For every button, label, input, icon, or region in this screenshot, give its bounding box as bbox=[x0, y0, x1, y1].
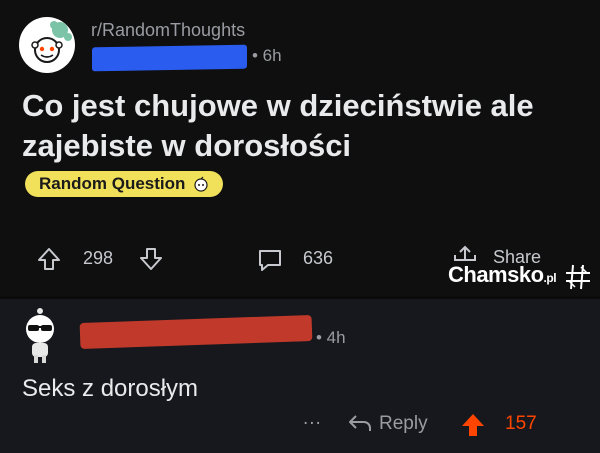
upvote-icon[interactable] bbox=[36, 246, 62, 272]
share-icon[interactable] bbox=[452, 244, 478, 262]
watermark-logo: Chamsko.pl bbox=[448, 262, 557, 288]
watermark-brand: Chamsko bbox=[448, 262, 544, 287]
flair-emoji-icon bbox=[194, 176, 209, 192]
subreddit-avatar-icon[interactable] bbox=[18, 16, 76, 74]
commenter-avatar-icon[interactable] bbox=[18, 305, 62, 365]
comment-count[interactable]: 636 bbox=[303, 248, 333, 269]
more-options-button[interactable]: ... bbox=[303, 408, 322, 430]
post-age: • 6h bbox=[252, 46, 282, 65]
comment-score: 157 bbox=[505, 413, 537, 434]
username-redaction bbox=[92, 44, 247, 72]
subreddit-name[interactable]: r/RandomThoughts bbox=[91, 20, 245, 41]
comment-body[interactable]: Seks z dorosłym bbox=[22, 375, 198, 403]
comment-age: • 4h bbox=[316, 328, 346, 347]
post-card: r/RandomThoughts • 6h Co jest chujowe w … bbox=[0, 0, 600, 296]
flair-label: Random Question bbox=[39, 174, 186, 193]
reply-icon[interactable] bbox=[347, 413, 373, 433]
hashtag-icon bbox=[566, 264, 590, 290]
downvote-icon[interactable] bbox=[138, 246, 164, 272]
post-flair[interactable]: Random Question bbox=[25, 171, 224, 197]
upvote-active-icon[interactable] bbox=[459, 411, 487, 439]
comment-bubble-icon[interactable] bbox=[256, 246, 284, 274]
watermark-tld: .pl bbox=[543, 271, 557, 285]
reply-button[interactable]: Reply bbox=[379, 413, 428, 435]
post-title[interactable]: Co jest chujowe w dzieciństwie ale zajeb… bbox=[22, 86, 582, 166]
post-vote-count: 298 bbox=[83, 248, 114, 268]
